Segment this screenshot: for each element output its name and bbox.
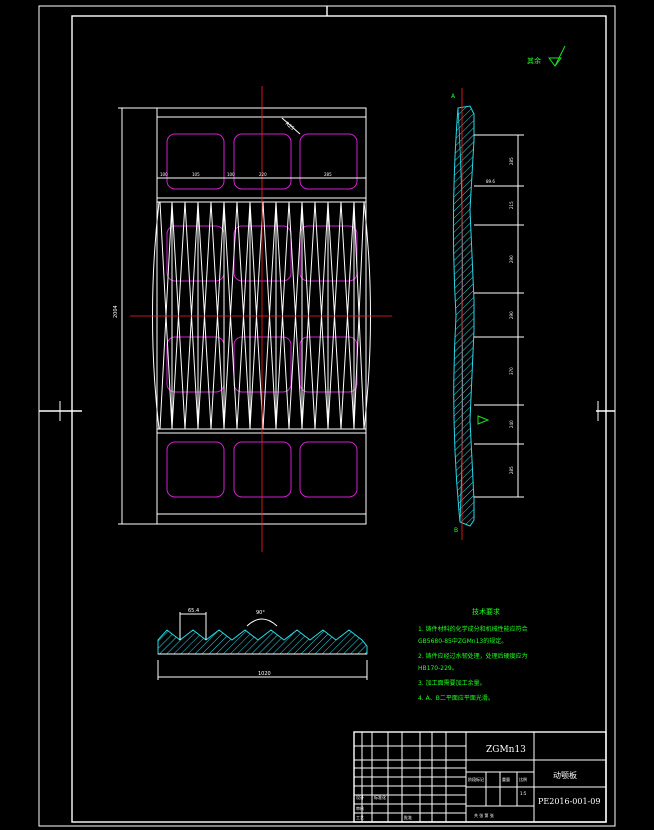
label-stage: 阶段标记 xyxy=(468,776,484,782)
inner-border xyxy=(71,15,607,823)
side-view: 285 215 290 290 370 240 285 89.6 A B xyxy=(451,88,524,540)
material: ZGMn13 xyxy=(486,745,526,755)
label-design: 设计 xyxy=(356,794,364,800)
tech-req-title: 技术要求 xyxy=(472,607,500,616)
dim-top-1: 105 xyxy=(192,172,200,177)
tech-req-line-2: 2. 铸件应经过水韧处理，处理后硬度应为 xyxy=(418,652,528,660)
roughness-label: 其余 xyxy=(527,56,541,65)
label-weight: 重量 xyxy=(502,776,510,782)
front-view: 2004 100 105 100 220 285 R25 xyxy=(113,86,392,552)
tooth-profile xyxy=(157,629,368,655)
dim-side-0: 285 xyxy=(509,157,514,165)
label-review: 审核 xyxy=(356,805,364,811)
pocket xyxy=(233,336,292,393)
pocket xyxy=(233,441,292,498)
pocket xyxy=(166,133,225,190)
dim-angle: 90° xyxy=(256,610,265,616)
part-name: 动颚板 xyxy=(553,770,577,780)
scale: 1:5 xyxy=(520,791,527,796)
label-approve: 批准 xyxy=(404,814,412,820)
dim-top-3: 220 xyxy=(259,172,267,177)
label-standard: 标准化 xyxy=(374,794,386,800)
dim-side-6: 285 xyxy=(509,466,514,474)
side-profile xyxy=(452,105,475,527)
dim-top-2: 100 xyxy=(227,172,235,177)
dim-side-3: 290 xyxy=(509,311,514,319)
tech-req-line-1: GB5680-85中ZGMn13的规定。 xyxy=(418,637,507,645)
tech-req-line-3: HB170-229。 xyxy=(418,665,458,672)
dim-side-5: 240 xyxy=(509,420,514,428)
pocket xyxy=(166,441,225,498)
pocket xyxy=(299,133,358,190)
roughness-symbol-icon xyxy=(548,45,566,67)
dim-top-0: 100 xyxy=(160,172,168,177)
dim-side-2: 290 xyxy=(509,255,514,263)
label-a: A xyxy=(451,93,456,100)
tech-req-line-0: 1. 铸件材料的化学成分和机械性能应符合 xyxy=(418,625,528,633)
dim-bottom-width: 1020 xyxy=(258,671,271,677)
tooth-section: 1020 65.4 90° xyxy=(157,608,368,680)
technical-requirements: 技术要求 1. 铸件材料的化学成分和机械性能应符合 GB5680-85中ZGMn… xyxy=(418,607,528,702)
label-b: B xyxy=(454,527,458,534)
dim-overall-height: 2004 xyxy=(113,305,119,318)
pocket xyxy=(233,225,292,282)
dim-top-4: 285 xyxy=(324,172,332,177)
dim-side-1: 215 xyxy=(509,201,514,209)
dim-radius: R25 xyxy=(284,121,295,132)
roughness-mark xyxy=(477,415,490,425)
drawing-number: PE2016-001-09 xyxy=(538,797,600,806)
dim-pitch: 65.4 xyxy=(188,608,199,614)
label-sheets: 共 张 第 张 xyxy=(474,812,494,818)
pocket xyxy=(299,441,358,498)
label-process: 工艺 xyxy=(356,815,364,820)
roughness-note: 其余 xyxy=(527,45,566,67)
dim-thickness: 89.6 xyxy=(486,179,495,184)
drawing-canvas: 2004 100 105 100 220 285 R25 285 215 290… xyxy=(38,5,616,827)
title-block: ZGMn13 动颚板 PE2016-001-09 1:5 设计 标准化 审核 工… xyxy=(353,731,607,823)
pocket xyxy=(233,133,292,190)
label-scale: 比例 xyxy=(519,776,527,782)
dim-side-4: 370 xyxy=(509,367,514,375)
tech-req-line-4: 3. 加工面需要加工余量。 xyxy=(418,679,486,687)
tech-req-line-5: 4. A、B二平面应平面光滑。 xyxy=(418,694,494,702)
